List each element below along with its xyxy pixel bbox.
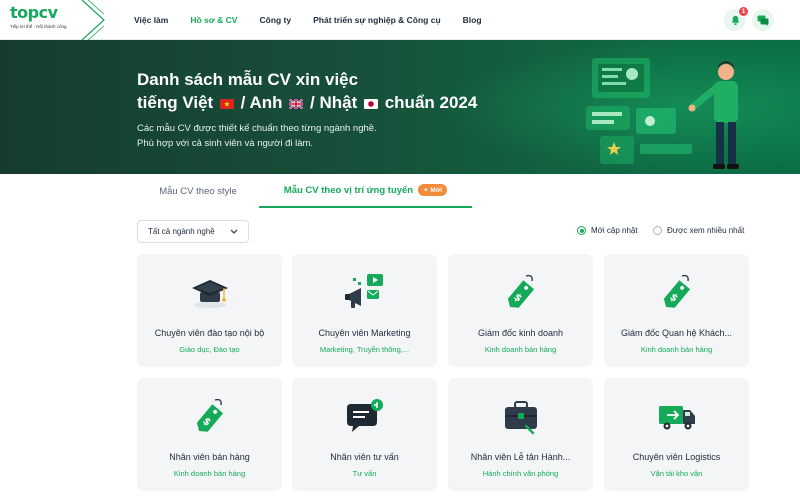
logo-decoration — [81, 0, 105, 40]
sort-newest-label: Mới cập nhật — [591, 226, 638, 235]
cv-card-category: Kinh doanh bán hàng — [640, 345, 713, 354]
cv-card-title: Nhân viên tư vấn — [330, 452, 399, 462]
graduation-cap-icon — [191, 280, 228, 308]
cv-card-title: Nhân viên bán hàng — [169, 452, 250, 462]
hero-subtitle: Các mẫu CV được thiết kế chuẩn theo từng… — [137, 121, 377, 151]
cv-card-category: Marketing, Truyền thông,... — [319, 345, 410, 354]
cv-card[interactable]: Nhân viên Lễ tân Hành... Hành chính văn … — [448, 378, 593, 491]
cv-card-category: Giáo dục, Đào tạo — [179, 345, 240, 354]
nav-companies[interactable]: Công ty — [259, 15, 291, 25]
briefcase-icon — [504, 401, 537, 435]
nav-blog[interactable]: Blog — [463, 15, 482, 25]
cv-card[interactable]: $ Nhân viên bán hàng Kinh doanh bán hàng — [137, 378, 282, 491]
notification-badge: 1 — [738, 6, 749, 17]
tab-by-position-label: Mẫu CV theo vị trí ứng tuyển — [283, 184, 414, 196]
sort-newest-option[interactable]: Mới cập nhật — [577, 226, 638, 235]
logo-text: topcv — [10, 3, 58, 22]
cv-card-title: Giám đốc Quan hệ Khách... — [620, 328, 733, 338]
cv-card-title: Chuyên viên Logistics — [632, 452, 721, 462]
nav-profile-cv[interactable]: Hồ sơ & CV — [190, 15, 237, 25]
cv-card-category: Hành chính văn phòng — [482, 469, 559, 478]
hero-year: chuẩn 2024 — [384, 93, 478, 112]
cv-card-category: Tư vấn — [352, 469, 377, 478]
radio-newest[interactable] — [577, 226, 586, 235]
lang-vietnamese: tiếng Việt — [137, 93, 214, 112]
cv-card[interactable]: Nhân viên tư vấn Tư vấn — [292, 378, 437, 491]
price-tag-icon: $ — [196, 398, 223, 432]
cv-card[interactable]: $ Giám đốc kinh doanh Kinh doanh bán hàn… — [448, 254, 593, 367]
lang-english: / Anh — [240, 93, 283, 112]
hero-title-line2: tiếng Việt / Anh / Nhật chuẩn 2024 — [137, 91, 477, 114]
price-tag-icon: $ — [507, 274, 534, 308]
cv-card-title: Chuyên viên đào tạo nội bộ — [154, 328, 265, 338]
cv-card-category: Kinh doanh bán hàng — [173, 469, 246, 478]
industry-dropdown[interactable]: Tất cả ngành nghề — [137, 220, 249, 243]
cv-card-title: Giám đốc kinh doanh — [477, 328, 564, 338]
person-figure — [688, 61, 739, 169]
topcv-logo[interactable]: topcv Tiếp lợi thế - Nối thành công — [10, 4, 90, 36]
cv-card[interactable]: Chuyên viên Marketing Marketing, Truyền … — [292, 254, 437, 367]
hero-banner: Danh sách mẫu CV xin việc tiếng Việt / A… — [0, 40, 800, 174]
megaphone-icon — [344, 274, 383, 308]
messages-button[interactable] — [752, 9, 774, 31]
main-nav: Việc làm Hồ sơ & CV Công ty Phát triển s… — [134, 0, 504, 40]
uk-flag-icon — [289, 99, 304, 109]
new-badge: ✦ Mới — [418, 184, 448, 196]
bell-icon — [731, 15, 739, 25]
delivery-truck-icon — [658, 406, 695, 430]
lang-japanese: / Nhật — [310, 93, 358, 112]
radio-most-viewed[interactable] — [653, 226, 662, 235]
hero-subtitle-line2: Phù hợp với cả sinh viên và người đi làm… — [137, 138, 314, 149]
nav-career-tools[interactable]: Phát triển sự nghiệp & Công cụ — [313, 15, 441, 25]
tab-by-style-label: Mẫu CV theo style — [159, 185, 237, 197]
cv-template-tabs: Mẫu CV theo style Mẫu CV theo vị trí ứng… — [137, 174, 472, 208]
cv-card[interactable]: Chuyên viên Logistics Vận tải kho vận — [604, 378, 749, 491]
cv-card-category: Kinh doanh bán hàng — [484, 345, 557, 354]
nav-jobs[interactable]: Việc làm — [134, 15, 168, 25]
top-header: topcv Tiếp lợi thế - Nối thành công Việc… — [0, 0, 800, 40]
cv-card[interactable]: $ Giám đốc Quan hệ Khách... Kinh doanh b… — [604, 254, 749, 367]
sort-most-viewed-label: Được xem nhiều nhất — [667, 226, 745, 235]
notification-button[interactable]: 1 — [724, 6, 749, 31]
hero-title-line1: Danh sách mẫu CV xin việc — [137, 70, 359, 89]
hero-illustration — [586, 58, 739, 169]
cv-card-title: Nhân viên Lễ tân Hành... — [470, 452, 571, 462]
sort-most-viewed-option[interactable]: Được xem nhiều nhất — [653, 226, 744, 235]
cv-card-category: Vận tải kho vận — [650, 469, 703, 478]
japan-flag-icon — [363, 99, 378, 109]
logo-tagline: Tiếp lợi thế - Nối thành công — [10, 24, 67, 29]
cv-card-title: Chuyên viên Marketing — [318, 328, 411, 338]
tab-by-position[interactable]: Mẫu CV theo vị trí ứng tuyển ✦ Mới — [259, 174, 472, 208]
vietnam-flag-icon — [219, 99, 234, 109]
hero-title: Danh sách mẫu CV xin việc tiếng Việt / A… — [137, 68, 477, 114]
cv-card[interactable]: Chuyên viên đào tạo nội bộ Giáo dục, Đào… — [137, 254, 282, 367]
price-tag-icon: $ — [663, 274, 690, 308]
chevron-down-icon — [230, 229, 238, 234]
hero-subtitle-line1: Các mẫu CV được thiết kế chuẩn theo từng… — [137, 123, 377, 134]
industry-dropdown-value: Tất cả ngành nghề — [148, 227, 215, 236]
chat-icon — [757, 15, 769, 26]
tab-by-style[interactable]: Mẫu CV theo style — [137, 174, 259, 208]
chat-bubble-icon — [346, 399, 383, 432]
